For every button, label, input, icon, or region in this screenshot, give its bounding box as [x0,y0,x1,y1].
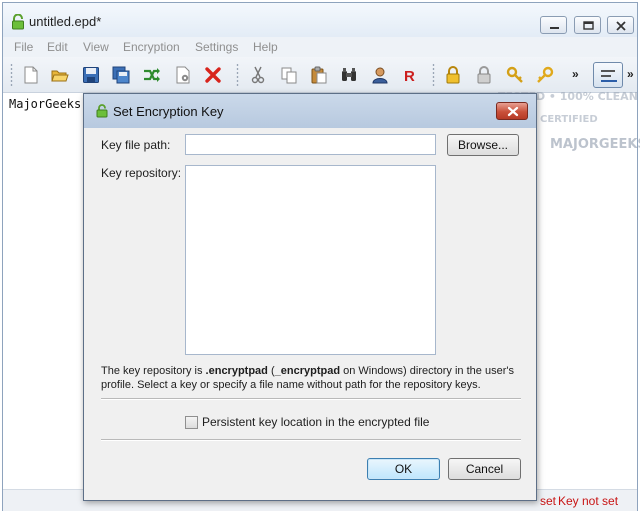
paste-icon [311,66,327,84]
minimize-button[interactable] [540,16,567,34]
window-title: untitled.epd* [29,14,102,29]
key-file-path-label: Key file path: [101,138,171,152]
cut-button[interactable] [249,66,267,84]
key-settings-icon [506,66,523,83]
lock-disabled-icon [477,66,491,84]
key-settings-button[interactable] [506,66,524,84]
separator-line [101,398,521,400]
persistent-key-label[interactable]: Persistent key location in the encrypted… [202,415,429,429]
close-window-button[interactable] [607,16,634,34]
dialog-title-bar[interactable]: Set Encryption Key [84,94,536,128]
maximize-button[interactable] [574,16,601,34]
maximize-icon [583,21,594,30]
toolbar-grip[interactable] [10,63,13,87]
paste-button[interactable] [310,66,328,84]
separator-line [101,439,521,441]
menu-file[interactable]: File [14,40,33,54]
document-settings-button[interactable] [174,66,192,84]
r-button[interactable]: R [401,66,419,84]
hint-open: ( [267,365,275,377]
close-file-button[interactable] [204,66,222,84]
clear-passphrase-button[interactable] [475,66,493,84]
r-icon: R [404,68,415,84]
save-button[interactable] [82,66,100,84]
lock-app-icon [12,14,24,30]
repository-hint-text: The key repository is .encryptpad (_encr… [101,364,526,392]
menu-settings[interactable]: Settings [195,40,238,54]
shuffle-icon [144,68,160,82]
browse-button[interactable]: Browse... [447,134,519,156]
set-key-button[interactable] [536,66,554,84]
toolbar-separator [432,63,435,87]
key-repository-list[interactable] [185,165,436,355]
toolbar-separator [236,63,239,87]
user-icon [372,67,388,84]
editor-content: MajorGeeks [9,97,82,111]
new-file-icon [24,66,38,84]
toolbar-overflow-button[interactable]: » [572,67,579,81]
lock-app-icon [96,104,108,118]
close-red-x-icon [205,67,221,83]
close-icon [507,106,519,117]
close-icon [616,21,626,31]
document-settings-icon [176,66,190,84]
watermark-line-2: CERTIFIED [540,114,598,125]
key-file-path-input[interactable] [185,134,436,155]
set-encryption-key-dialog: Set Encryption Key Key file path: Browse… [83,93,537,501]
copy-icon [281,67,297,84]
key-icon [537,66,554,83]
copy-button[interactable] [280,66,298,84]
lock-icon [446,66,460,84]
menu-help[interactable]: Help [253,40,278,54]
minimize-icon [550,27,559,29]
cut-icon [251,66,265,84]
cancel-button[interactable]: Cancel [448,458,521,480]
menu-view[interactable]: View [83,40,109,54]
save-icon [83,67,99,83]
save-as-icon [112,66,130,84]
status-partial-text: set [540,494,557,508]
find-button[interactable] [340,66,358,84]
new-file-button[interactable] [22,66,40,84]
watermark-line-3: MAJORGEEKS [550,137,640,152]
hint-dir-windows: _encryptpad [274,365,341,377]
menu-edit[interactable]: Edit [47,40,68,54]
word-wrap-button[interactable] [593,62,623,88]
key-repository-label: Key repository: [101,166,182,180]
shuffle-button[interactable] [143,66,161,84]
menu-encryption[interactable]: Encryption [123,40,180,54]
set-passphrase-button[interactable] [444,66,462,84]
save-as-button[interactable] [112,66,130,84]
open-folder-icon [51,70,69,82]
hint-prefix: The key repository is [101,365,206,377]
hint-dir: .encryptpad [205,365,268,377]
persistent-key-checkbox[interactable] [185,416,198,429]
menu-bar: File Edit View Encryption Settings Help [3,37,637,57]
key-status-text: Key not set [558,494,619,508]
dialog-title: Set Encryption Key [113,104,224,119]
title-bar[interactable]: untitled.epd* [3,3,637,37]
user-button[interactable] [371,66,389,84]
ok-button[interactable]: OK [367,458,440,480]
dialog-close-button[interactable] [496,102,528,120]
toolbar-overflow-button-2[interactable]: » [627,67,634,81]
open-file-button[interactable] [51,66,69,84]
svg-text:R: R [404,68,415,84]
dialog-body: Key file path: Browse... Key repository:… [90,128,530,496]
binoculars-icon [342,68,356,81]
